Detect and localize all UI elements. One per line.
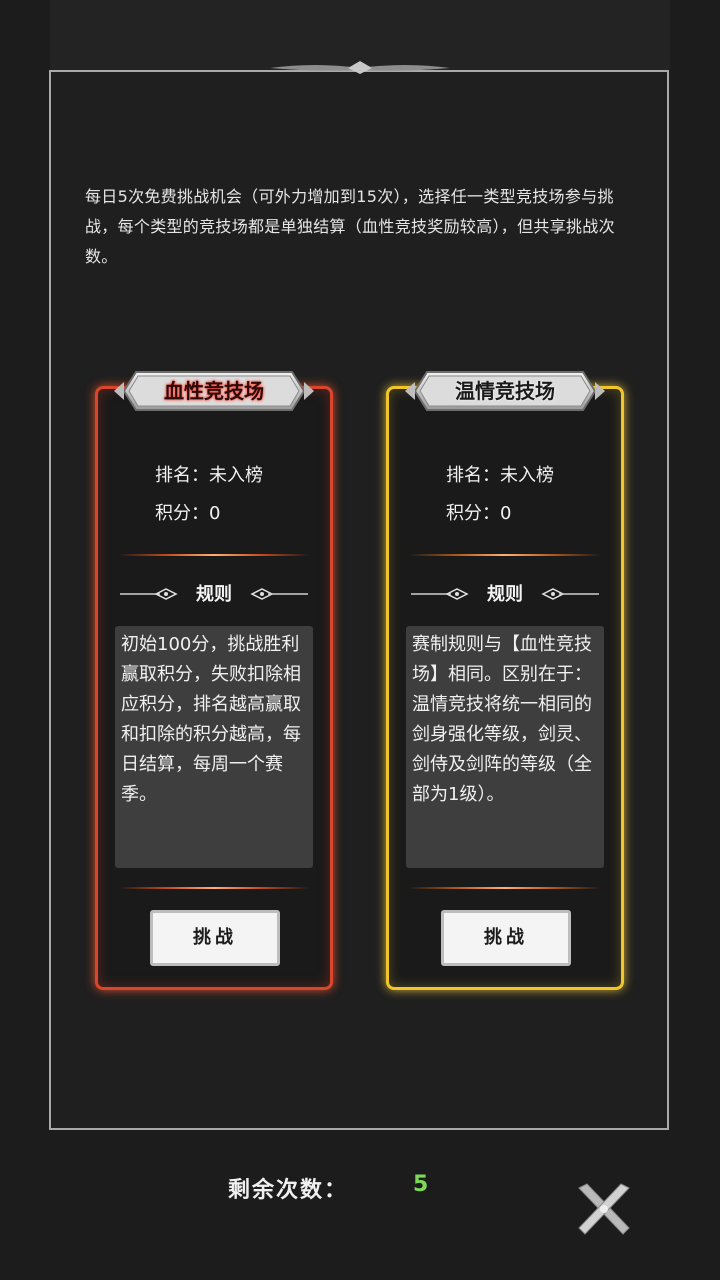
blood-arena-card: 血性竞技场 排名：未入榜 积分：0 规则 初始100分，挑战胜利赢取积分，失败扣…	[95, 371, 333, 990]
panel-top-ornament	[270, 61, 450, 74]
ornament-right-icon	[250, 588, 308, 600]
crossed-swords-close-icon[interactable]	[573, 1178, 635, 1240]
section-divider	[118, 554, 310, 556]
remaining-attempts-value: 5	[413, 1172, 429, 1197]
ornament-right-icon	[541, 588, 599, 600]
section-divider	[409, 554, 601, 556]
rules-header: 规则	[98, 581, 330, 609]
rank-text: 排名：未入榜	[446, 465, 554, 486]
intro-description: 每日5次免费挑战机会（可外力增加到15次），选择任一类型竞技场参与挑战，每个类型…	[85, 187, 615, 266]
section-divider	[409, 887, 601, 889]
challenge-button[interactable]: 挑战	[150, 910, 280, 966]
warm-arena-card: 温情竞技场 排名：未入榜 积分：0 规则 赛制规则与【血性竞技场】相同。区别在于…	[386, 371, 624, 990]
rules-header: 规则	[389, 581, 621, 609]
rules-text-box: 初始100分，挑战胜利赢取积分，失败扣除相应积分，排名越高赢取和扣除的积分越高，…	[115, 626, 313, 868]
score-text: 积分：0	[446, 503, 512, 524]
remaining-attempts-label: 剩余次数：	[228, 1178, 349, 1203]
score-text: 积分：0	[155, 503, 221, 524]
arena-title: 温情竞技场	[455, 379, 555, 403]
challenge-button[interactable]: 挑战	[441, 910, 571, 966]
arena-title-plate: 血性竞技场	[114, 364, 314, 418]
section-divider	[118, 887, 310, 889]
arena-title: 血性竞技场	[164, 379, 264, 403]
rules-text-box: 赛制规则与【血性竞技场】相同。区别在于：温情竞技将统一相同的剑身强化等级，剑灵、…	[406, 626, 604, 868]
arena-title-plate: 温情竞技场	[405, 364, 605, 418]
rank-text: 排名：未入榜	[155, 465, 263, 486]
